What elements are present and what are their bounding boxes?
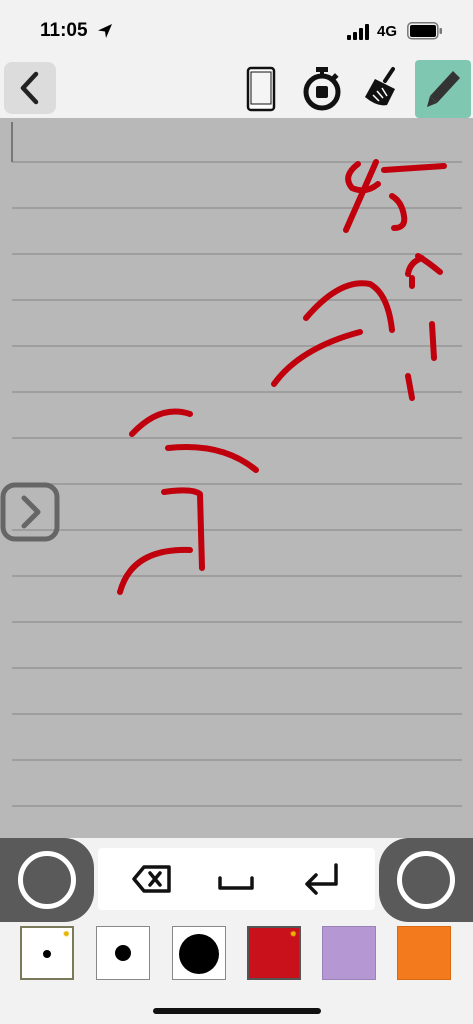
small-dot-pen-swatch[interactable]: ✹ bbox=[20, 926, 74, 980]
return-icon bbox=[305, 863, 338, 895]
keypad bbox=[98, 848, 375, 910]
left-ring-button[interactable] bbox=[0, 838, 94, 922]
clear-button[interactable] bbox=[357, 64, 405, 112]
return-key[interactable] bbox=[302, 859, 342, 899]
pen-palette: ✹ ✹ bbox=[0, 922, 473, 992]
medium-dot-pen-swatch[interactable] bbox=[96, 926, 150, 980]
ring-icon bbox=[18, 851, 76, 909]
chevron-right-icon bbox=[21, 495, 41, 529]
canvas-lines bbox=[11, 122, 462, 807]
network-type: 4G bbox=[377, 23, 398, 40]
top-toolbar bbox=[0, 60, 473, 118]
home-indicator bbox=[153, 1008, 321, 1014]
status-time: 11:05 bbox=[40, 20, 88, 41]
broom-icon bbox=[365, 67, 395, 106]
location-arrow-icon bbox=[98, 24, 112, 38]
back-icon bbox=[20, 71, 39, 105]
large-dot-pen-swatch[interactable] bbox=[172, 926, 226, 980]
selected-gear-icon: ✹ bbox=[62, 929, 70, 939]
next-page-button[interactable] bbox=[0, 482, 60, 542]
stopwatch-icon bbox=[303, 67, 341, 111]
phone-frame-icon bbox=[246, 66, 276, 112]
back-button[interactable] bbox=[4, 62, 56, 114]
right-ring-button[interactable] bbox=[379, 838, 473, 922]
pen-button[interactable] bbox=[415, 60, 471, 118]
handwriting-strokes bbox=[117, 159, 447, 595]
bottom-controls bbox=[0, 838, 473, 922]
large-dot-icon bbox=[179, 934, 219, 974]
drawing-canvas[interactable] bbox=[0, 118, 473, 838]
backspace-icon bbox=[132, 865, 171, 893]
pencil-icon bbox=[427, 71, 460, 107]
red-color-swatch[interactable]: ✹ bbox=[247, 926, 301, 980]
battery-icon bbox=[407, 22, 442, 40]
signal-icon bbox=[347, 24, 369, 40]
space-key[interactable] bbox=[216, 859, 256, 899]
space-icon bbox=[218, 876, 254, 890]
lavender-color-swatch[interactable] bbox=[322, 926, 376, 980]
orange-color-swatch[interactable] bbox=[397, 926, 451, 980]
ring-icon bbox=[397, 851, 455, 909]
phone-frame-button[interactable] bbox=[237, 64, 285, 112]
selected-gear-icon: ✹ bbox=[289, 929, 297, 939]
stopwatch-button[interactable] bbox=[298, 64, 346, 112]
status-bar: 11:05 4G bbox=[0, 0, 473, 60]
backspace-key[interactable] bbox=[132, 859, 172, 899]
medium-dot-icon bbox=[115, 945, 131, 961]
